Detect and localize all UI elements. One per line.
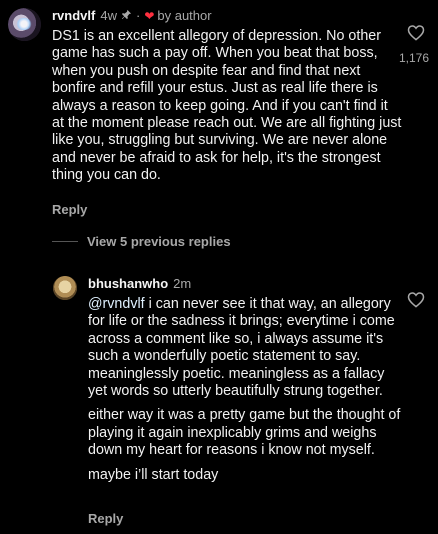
like-heart-icon[interactable] <box>407 291 425 309</box>
by-author-label: by author <box>157 8 212 23</box>
like-count: 1,176 <box>399 51 430 65</box>
timestamp: 2m <box>173 276 192 291</box>
view-previous-replies[interactable]: View 5 previous replies <box>52 234 231 249</box>
like-heart-icon[interactable] <box>407 24 425 42</box>
comment-meta: bhushanwho 2m <box>88 276 191 291</box>
divider-line <box>52 241 78 242</box>
pin-icon <box>121 9 132 23</box>
timestamp: 4w <box>100 8 117 23</box>
reply-button[interactable]: Reply <box>88 511 123 526</box>
mention-link[interactable]: @rvndvlf <box>88 296 145 312</box>
view-replies-label: View 5 previous replies <box>87 234 231 249</box>
comment-meta: rvndvlf 4w · ❤ by author <box>52 8 212 23</box>
avatar[interactable] <box>53 276 77 300</box>
reply-paragraph: @rvndvlf i can never see it that way, an… <box>88 296 395 400</box>
author-heart-icon: ❤ <box>144 8 155 23</box>
reply-paragraph: maybe i’ll start today <box>88 466 219 483</box>
comment-text: DS1 is an excellent allegory of depressi… <box>52 28 402 184</box>
reply-text: @rvndvlf i can never see it that way, an… <box>88 296 406 484</box>
separator-dot: · <box>135 8 141 23</box>
avatar[interactable] <box>8 8 41 41</box>
username[interactable]: bhushanwho <box>88 276 168 291</box>
reply-paragraph: either way it was a pretty game but the … <box>88 407 401 459</box>
reply-button[interactable]: Reply <box>52 202 87 217</box>
username[interactable]: rvndvlf <box>52 8 95 23</box>
